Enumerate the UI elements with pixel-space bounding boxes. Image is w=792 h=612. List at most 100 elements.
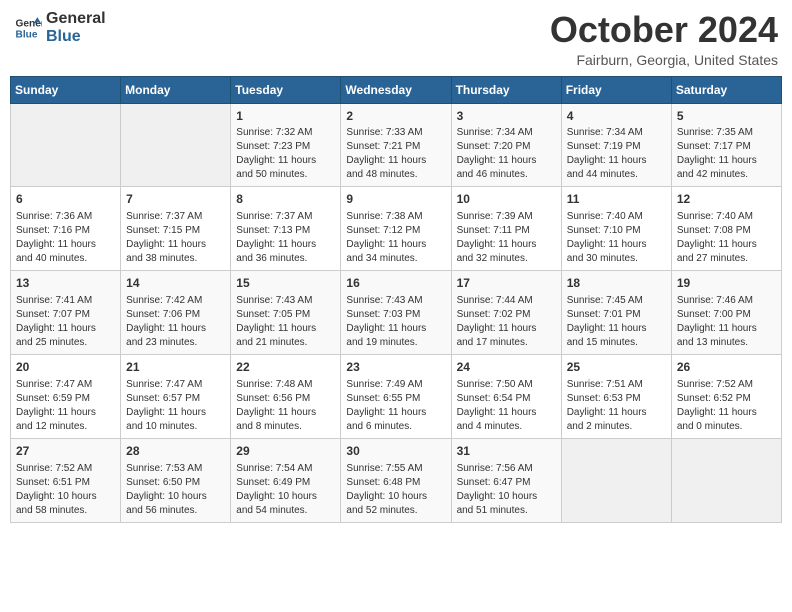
- month-title: October 2024: [550, 10, 778, 50]
- calendar-cell: 27 Sunrise: 7:52 AM Sunset: 6:51 PM Dayli…: [11, 438, 121, 522]
- header-row: SundayMondayTuesdayWednesdayThursdayFrid…: [11, 76, 782, 103]
- day-number: 31: [457, 443, 556, 460]
- day-info: Sunrise: 7:41 AM Sunset: 7:07 PM Dayligh…: [16, 294, 115, 350]
- day-number: 7: [126, 191, 225, 208]
- title-block: October 2024 Fairburn, Georgia, United S…: [550, 10, 778, 68]
- day-number: 9: [346, 191, 445, 208]
- calendar-cell: 26 Sunrise: 7:52 AM Sunset: 6:52 PM Dayli…: [671, 354, 781, 438]
- calendar-cell: 22Sunrise: 7:48 AM Sunset: 6:56 PM Dayli…: [231, 354, 341, 438]
- column-header-sunday: Sunday: [11, 76, 121, 103]
- day-info: Sunrise: 7:46 AM Sunset: 7:00 PM Dayligh…: [677, 294, 776, 350]
- calendar-cell: [121, 103, 231, 187]
- day-number: 30: [346, 443, 445, 460]
- day-info: Sunrise: 7:47 AM Sunset: 6:57 PM Dayligh…: [126, 378, 225, 434]
- calendar-cell: [561, 438, 671, 522]
- calendar-cell: 28 Sunrise: 7:53 AM Sunset: 6:50 PM Dayli…: [121, 438, 231, 522]
- day-info: Sunrise: 7:39 AM Sunset: 7:11 PM Dayligh…: [457, 210, 556, 266]
- day-info: Sunrise: 7:45 AM Sunset: 7:01 PM Dayligh…: [567, 294, 666, 350]
- logo-icon: General Blue: [14, 14, 42, 42]
- calendar-cell: 8Sunrise: 7:37 AM Sunset: 7:13 PM Daylig…: [231, 187, 341, 271]
- day-number: 19: [677, 275, 776, 292]
- calendar-cell: 12Sunrise: 7:40 AM Sunset: 7:08 PM Dayli…: [671, 187, 781, 271]
- day-number: 18: [567, 275, 666, 292]
- calendar-cell: 9 Sunrise: 7:38 AM Sunset: 7:12 PM Daylig…: [341, 187, 451, 271]
- day-info: Sunrise: 7:53 AM Sunset: 6:50 PM Dayligh…: [126, 462, 225, 518]
- day-number: 26: [677, 359, 776, 376]
- day-info: Sunrise: 7:37 AM Sunset: 7:15 PM Dayligh…: [126, 210, 225, 266]
- day-info: Sunrise: 7:47 AM Sunset: 6:59 PM Dayligh…: [16, 378, 115, 434]
- day-number: 1: [236, 108, 335, 125]
- day-info: Sunrise: 7:56 AM Sunset: 6:47 PM Dayligh…: [457, 462, 556, 518]
- day-info: Sunrise: 7:52 AM Sunset: 6:52 PM Dayligh…: [677, 378, 776, 434]
- day-number: 28: [126, 443, 225, 460]
- calendar-cell: 13Sunrise: 7:41 AM Sunset: 7:07 PM Dayli…: [11, 271, 121, 355]
- day-info: Sunrise: 7:40 AM Sunset: 7:10 PM Dayligh…: [567, 210, 666, 266]
- calendar-cell: 2Sunrise: 7:33 AM Sunset: 7:21 PM Daylig…: [341, 103, 451, 187]
- day-info: Sunrise: 7:43 AM Sunset: 7:03 PM Dayligh…: [346, 294, 445, 350]
- calendar-cell: 7 Sunrise: 7:37 AM Sunset: 7:15 PM Daylig…: [121, 187, 231, 271]
- calendar-cell: 25Sunrise: 7:51 AM Sunset: 6:53 PM Dayli…: [561, 354, 671, 438]
- day-number: 10: [457, 191, 556, 208]
- calendar-cell: 21 Sunrise: 7:47 AM Sunset: 6:57 PM Dayli…: [121, 354, 231, 438]
- calendar-cell: [11, 103, 121, 187]
- calendar-cell: 24 Sunrise: 7:50 AM Sunset: 6:54 PM Dayli…: [451, 354, 561, 438]
- day-info: Sunrise: 7:37 AM Sunset: 7:13 PM Dayligh…: [236, 210, 335, 266]
- calendar-cell: 18 Sunrise: 7:45 AM Sunset: 7:01 PM Dayli…: [561, 271, 671, 355]
- week-row-1: 1Sunrise: 7:32 AM Sunset: 7:23 PM Daylig…: [11, 103, 782, 187]
- calendar-cell: 5Sunrise: 7:35 AM Sunset: 7:17 PM Daylig…: [671, 103, 781, 187]
- column-header-tuesday: Tuesday: [231, 76, 341, 103]
- calendar-cell: 3Sunrise: 7:34 AM Sunset: 7:20 PM Daylig…: [451, 103, 561, 187]
- day-number: 20: [16, 359, 115, 376]
- day-info: Sunrise: 7:51 AM Sunset: 6:53 PM Dayligh…: [567, 378, 666, 434]
- day-number: 22: [236, 359, 335, 376]
- day-number: 4: [567, 108, 666, 125]
- calendar-cell: 14 Sunrise: 7:42 AM Sunset: 7:06 PM Dayli…: [121, 271, 231, 355]
- column-header-friday: Friday: [561, 76, 671, 103]
- day-info: Sunrise: 7:55 AM Sunset: 6:48 PM Dayligh…: [346, 462, 445, 518]
- day-info: Sunrise: 7:33 AM Sunset: 7:21 PM Dayligh…: [346, 126, 445, 182]
- day-number: 16: [346, 275, 445, 292]
- calendar-cell: 1Sunrise: 7:32 AM Sunset: 7:23 PM Daylig…: [231, 103, 341, 187]
- day-info: Sunrise: 7:38 AM Sunset: 7:12 PM Dayligh…: [346, 210, 445, 266]
- day-info: Sunrise: 7:43 AM Sunset: 7:05 PM Dayligh…: [236, 294, 335, 350]
- day-number: 21: [126, 359, 225, 376]
- day-info: Sunrise: 7:34 AM Sunset: 7:19 PM Dayligh…: [567, 126, 666, 182]
- calendar-cell: 30 Sunrise: 7:55 AM Sunset: 6:48 PM Dayli…: [341, 438, 451, 522]
- logo: General Blue General Blue: [14, 10, 106, 45]
- calendar-cell: 4Sunrise: 7:34 AM Sunset: 7:19 PM Daylig…: [561, 103, 671, 187]
- day-number: 14: [126, 275, 225, 292]
- day-info: Sunrise: 7:32 AM Sunset: 7:23 PM Dayligh…: [236, 126, 335, 182]
- day-info: Sunrise: 7:40 AM Sunset: 7:08 PM Dayligh…: [677, 210, 776, 266]
- calendar-cell: 6Sunrise: 7:36 AM Sunset: 7:16 PM Daylig…: [11, 187, 121, 271]
- page-header: General Blue General Blue October 2024 F…: [10, 10, 782, 68]
- calendar-cell: 15 Sunrise: 7:43 AM Sunset: 7:05 PM Dayli…: [231, 271, 341, 355]
- day-info: Sunrise: 7:42 AM Sunset: 7:06 PM Dayligh…: [126, 294, 225, 350]
- calendar-table: SundayMondayTuesdayWednesdayThursdayFrid…: [10, 76, 782, 523]
- day-number: 2: [346, 108, 445, 125]
- calendar-cell: 19 Sunrise: 7:46 AM Sunset: 7:00 PM Dayli…: [671, 271, 781, 355]
- calendar-cell: 11 Sunrise: 7:40 AM Sunset: 7:10 PM Dayli…: [561, 187, 671, 271]
- week-row-5: 27 Sunrise: 7:52 AM Sunset: 6:51 PM Dayli…: [11, 438, 782, 522]
- day-number: 17: [457, 275, 556, 292]
- day-number: 15: [236, 275, 335, 292]
- week-row-2: 6Sunrise: 7:36 AM Sunset: 7:16 PM Daylig…: [11, 187, 782, 271]
- day-number: 6: [16, 191, 115, 208]
- calendar-cell: 16 Sunrise: 7:43 AM Sunset: 7:03 PM Dayli…: [341, 271, 451, 355]
- day-number: 27: [16, 443, 115, 460]
- column-header-monday: Monday: [121, 76, 231, 103]
- calendar-cell: 20 Sunrise: 7:47 AM Sunset: 6:59 PM Dayli…: [11, 354, 121, 438]
- day-info: Sunrise: 7:49 AM Sunset: 6:55 PM Dayligh…: [346, 378, 445, 434]
- day-number: 3: [457, 108, 556, 125]
- day-number: 24: [457, 359, 556, 376]
- day-number: 11: [567, 191, 666, 208]
- day-info: Sunrise: 7:35 AM Sunset: 7:17 PM Dayligh…: [677, 126, 776, 182]
- column-header-wednesday: Wednesday: [341, 76, 451, 103]
- day-number: 5: [677, 108, 776, 125]
- day-number: 29: [236, 443, 335, 460]
- day-info: Sunrise: 7:52 AM Sunset: 6:51 PM Dayligh…: [16, 462, 115, 518]
- calendar-cell: 23 Sunrise: 7:49 AM Sunset: 6:55 PM Dayli…: [341, 354, 451, 438]
- column-header-thursday: Thursday: [451, 76, 561, 103]
- calendar-cell: 31 Sunrise: 7:56 AM Sunset: 6:47 PM Dayli…: [451, 438, 561, 522]
- day-info: Sunrise: 7:50 AM Sunset: 6:54 PM Dayligh…: [457, 378, 556, 434]
- day-number: 23: [346, 359, 445, 376]
